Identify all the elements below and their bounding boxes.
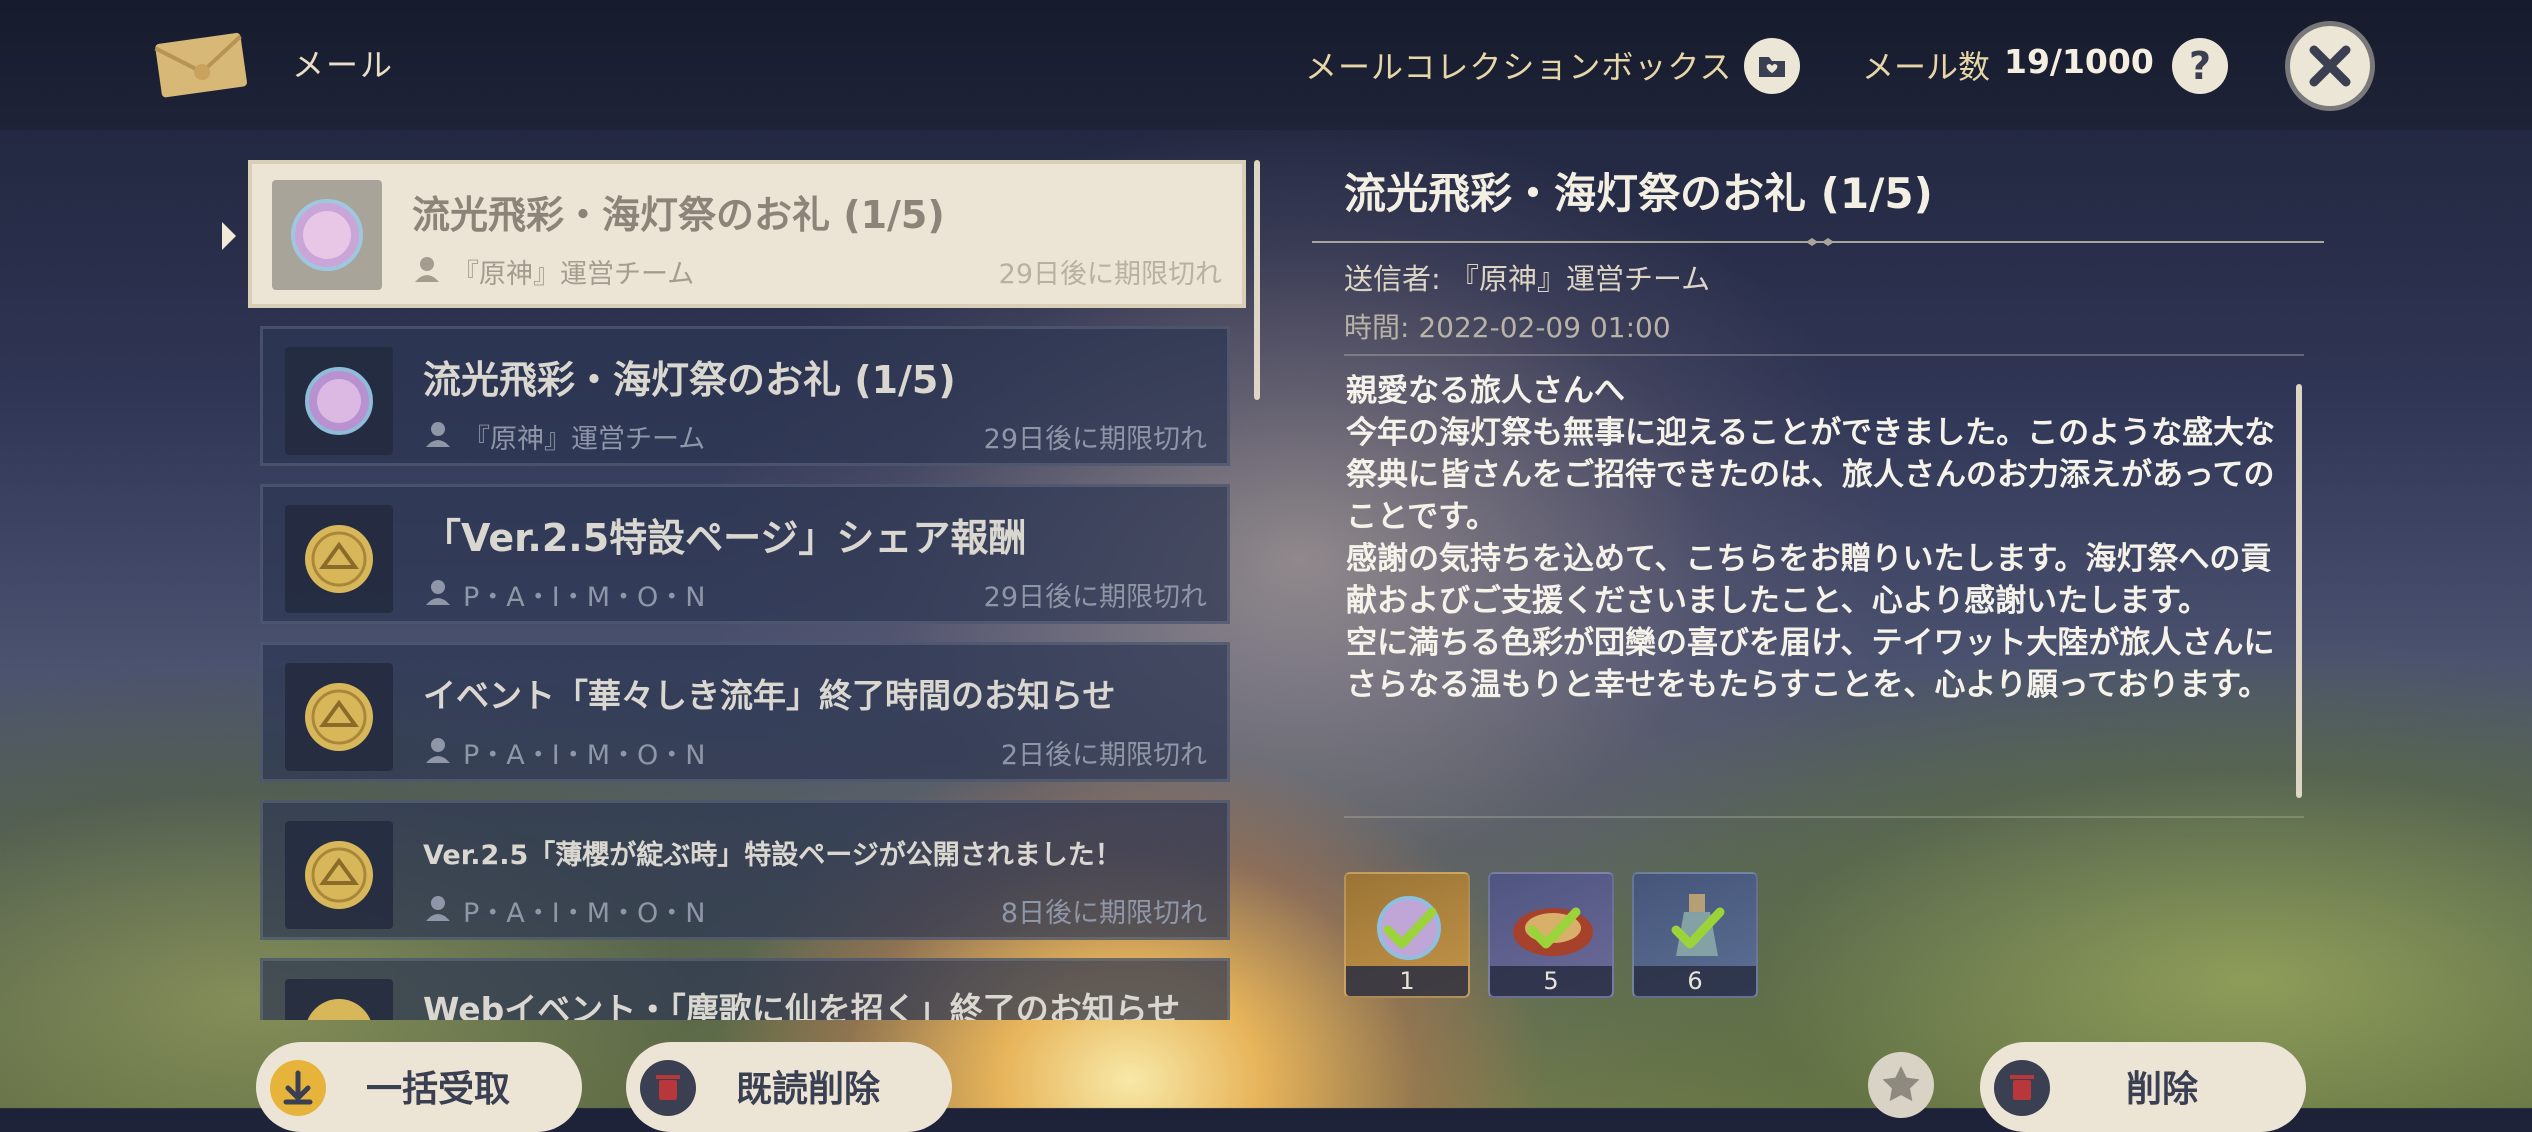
delete-read-label: 既読削除 [736, 1069, 881, 1110]
mail-list-item[interactable]: Ver.2.5「薄櫻が綻ぶ時」特設ページが公開されました！ P・A・I・M・O・… [260, 800, 1230, 940]
mail-subject: イベント「華々しき流年」終了時間のお知らせ [423, 676, 1116, 715]
starglitter-orb-icon [285, 347, 393, 455]
paimon-coin-icon [285, 979, 393, 1020]
reward-item[interactable]: 1 [1344, 872, 1470, 998]
mail-sender: 『原神』運営チーム [452, 259, 695, 290]
mail-count-label: メール数 [1862, 48, 1991, 86]
mail-list-scrollbar[interactable] [1254, 160, 1260, 400]
paimon-coin-icon [285, 663, 393, 771]
sender-icon [415, 257, 439, 282]
envelope-icon [154, 32, 247, 98]
top-bar: メール メールコレクションボックス メール数 19/1000 ? [0, 0, 2532, 130]
mail-expiry: 29日後に期限切れ [983, 424, 1207, 455]
detail-body: 親愛なる旅人さんへ 今年の海灯祭も無事に迎えることができました。このような盛大な… [1346, 373, 2276, 703]
mail-sender: P・A・I・M・O・N [463, 898, 706, 929]
reward-quantity: 6 [1634, 966, 1756, 996]
page-title: メール [292, 46, 395, 84]
reward-item[interactable]: 5 [1488, 872, 1614, 998]
mail-subject: Webイベント・「塵歌に仙を招く」終了のお知らせ [423, 990, 1181, 1020]
claim-all-label: 一括受取 [366, 1069, 511, 1110]
paimon-coin-icon [285, 505, 393, 613]
reward-quantity: 5 [1490, 966, 1612, 996]
reward-quantity: 1 [1346, 966, 1468, 996]
detail-time: 時間: 2022-02-09 01:00 [1344, 311, 1671, 344]
mail-sender: 『原神』運営チーム [463, 424, 706, 455]
delete-button[interactable]: 削除 [1980, 1042, 2306, 1132]
starglitter-orb-icon [272, 180, 382, 290]
delete-label: 削除 [2126, 1069, 2199, 1110]
paimon-coin-icon [285, 821, 393, 929]
mail-subject: Ver.2.5「薄櫻が綻ぶ時」特設ページが公開されました！ [423, 840, 1122, 871]
mail-subject: 「Ver.2.5特設ページ」シェア報酬 [423, 516, 1027, 560]
close-button[interactable] [2290, 26, 2370, 106]
divider [1344, 354, 2304, 356]
close-icon [2309, 45, 2351, 87]
divider [1344, 816, 2304, 818]
sender-icon [426, 896, 450, 921]
mail-count-value: 19/1000 [2004, 42, 2154, 81]
mail-subject: 流光飛彩・海灯祭のお礼 (1/5) [423, 358, 956, 402]
ornament-divider [1312, 238, 2324, 246]
mail-list-item[interactable]: 「Ver.2.5特設ページ」シェア報酬 P・A・I・M・O・N 29日後に期限切… [260, 484, 1230, 624]
help-icon: ? [2188, 44, 2212, 88]
collection-box-label[interactable]: メールコレクションボックス [1305, 42, 1732, 88]
mail-expiry: 8日後に期限切れ [1000, 898, 1207, 929]
sender-icon [426, 422, 450, 447]
detail-sender: 送信者: 『原神』運営チーム [1344, 262, 1711, 296]
help-button[interactable]: ? [2172, 38, 2228, 94]
mail-list-item[interactable]: 流光飛彩・海灯祭のお礼 (1/5) 『原神』運営チーム 29日後に期限切れ [260, 326, 1230, 466]
mail-sender: P・A・I・M・O・N [463, 582, 706, 613]
collection-box-button[interactable] [1744, 38, 1800, 94]
detail-subject: 流光飛彩・海灯祭のお礼 (1/5) [1344, 169, 1933, 218]
selection-indicator-icon [222, 222, 236, 250]
mail-expiry: 29日後に期限切れ [983, 582, 1207, 613]
sender-icon [426, 738, 450, 763]
mail-list-item[interactable]: 流光飛彩・海灯祭のお礼 (1/5) 『原神』運営チーム 29日後に期限切れ [248, 160, 1246, 308]
reward-item[interactable]: 6 [1632, 872, 1758, 998]
mail-list-item[interactable]: Webイベント・「塵歌に仙を招く」終了のお知らせ [260, 958, 1230, 1020]
sender-icon [426, 580, 450, 605]
mail-list-item[interactable]: イベント「華々しき流年」終了時間のお知らせ P・A・I・M・O・N 2日後に期限… [260, 642, 1230, 782]
delete-read-button[interactable]: 既読削除 [626, 1042, 952, 1132]
detail-scrollbar[interactable] [2296, 384, 2302, 798]
star-icon [1882, 1066, 1920, 1102]
folder-heart-icon [1759, 57, 1785, 77]
mail-sender: P・A・I・M・O・N [463, 740, 706, 771]
favorite-button[interactable] [1868, 1052, 1934, 1118]
claim-all-button[interactable]: 一括受取 [256, 1042, 582, 1132]
mail-expiry: 2日後に期限切れ [1000, 740, 1207, 771]
mail-subject: 流光飛彩・海灯祭のお礼 (1/5) [412, 193, 945, 237]
mail-expiry: 29日後に期限切れ [998, 259, 1222, 290]
